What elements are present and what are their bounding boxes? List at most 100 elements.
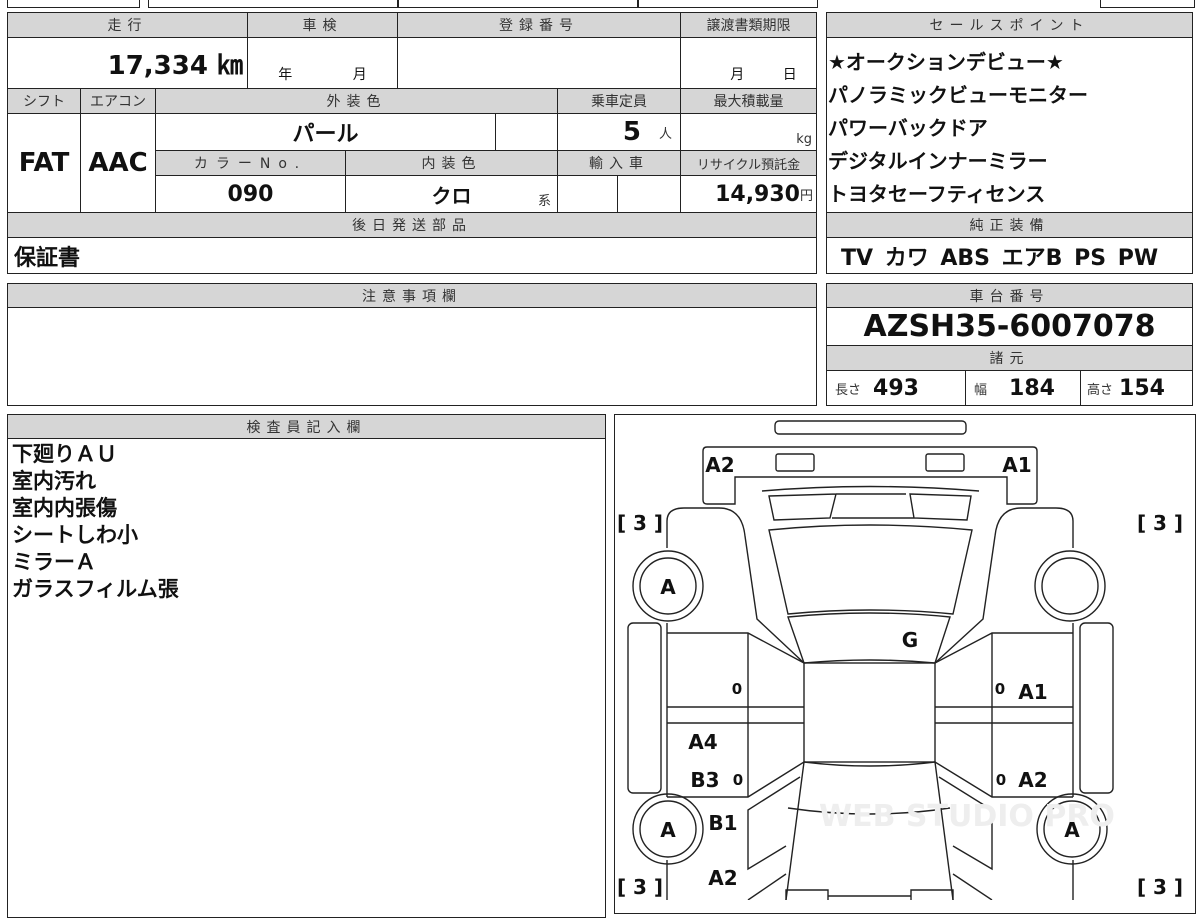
spec-width: 幅 184: [965, 370, 1081, 406]
spec-length-value: 493: [873, 375, 919, 401]
spec-length: 長さ 493: [826, 370, 966, 406]
later-parts-label: 後日発送部品: [7, 212, 817, 238]
sales-point-item: パワーバックドア: [828, 116, 988, 140]
damage-mark: A2: [708, 866, 737, 890]
inspector-label: 検査員記入欄: [7, 414, 606, 439]
recycle-fee-unit: 円: [799, 188, 813, 204]
wheel-front-right: [1034, 550, 1106, 622]
damage-mark: A2: [1018, 768, 1047, 792]
sales-points-list: ★オークションデビュー★ パノラミックビューモニター パワーバックドア デジタル…: [828, 46, 1088, 211]
windshield: [768, 524, 973, 615]
damage-mark: A: [660, 818, 676, 842]
imported-value-a: [557, 175, 618, 213]
year-unit: 年: [278, 67, 293, 83]
damage-mark: 0: [996, 771, 1006, 789]
roof-front: [787, 612, 951, 664]
sales-point-item: トヨタセーフティセンス: [828, 182, 1046, 206]
right-rear-fender: [938, 776, 1074, 900]
inspector-lines: 下廻りＡＵ 室内汚れ 室内内張傷 シートしわ小 ミラーＡ ガラスフィルム張: [12, 441, 179, 603]
month-unit: 月: [730, 67, 745, 83]
chassis-label: 車台番号: [826, 283, 1193, 308]
damage-mark: 0: [732, 680, 742, 698]
inspection-label: 車検: [247, 12, 398, 38]
right-side-sill: [1079, 622, 1114, 794]
interior-color-value: クロ 系: [345, 175, 558, 213]
capacity-unit: 人: [658, 126, 672, 142]
aircon-label: エアコン: [80, 88, 156, 114]
capacity-label: 乗車定員: [557, 88, 681, 114]
notes-label: 注意事項欄: [7, 283, 817, 308]
damage-mark: A4: [688, 730, 717, 754]
later-parts-value: 保証書: [7, 237, 817, 274]
capacity-value: 5人: [557, 113, 681, 151]
spec-height: 高さ 154: [1080, 370, 1193, 406]
imported-label: 輸入車: [557, 150, 681, 176]
equipment-value: TV カワ ABS エアB PS PW: [826, 237, 1193, 274]
damage-mark: 0: [733, 771, 743, 789]
interior-color-unit: 系: [537, 194, 551, 209]
sales-point-item: デジタルインナーミラー: [828, 149, 1048, 173]
damage-mark: [ 3 ]: [1137, 511, 1183, 535]
recycle-fee-label: リサイクル預託金: [680, 150, 817, 176]
sales-points-label: セールスポイント: [826, 12, 1193, 38]
imported-value-b: [617, 175, 681, 213]
car-damage-diagram: WEB STUDIO PRO A2 A1 [ 3 ] [ 3 ] [ 3 ] […: [617, 420, 1183, 900]
exterior-color-extra: [495, 113, 558, 151]
transfer-deadline-value: 月日: [680, 37, 817, 89]
damage-mark: G: [902, 628, 918, 652]
chassis-value: AZSH35-6007078: [826, 307, 1193, 346]
day-unit: 日: [782, 67, 797, 83]
inspection-value: 年月: [247, 37, 398, 89]
spec-width-value: 184: [1009, 375, 1055, 401]
inspector-line: 下廻りＡＵ: [12, 442, 117, 466]
top-strip-cell: [638, 0, 818, 8]
front-grille: [761, 485, 980, 521]
damage-mark: A: [660, 575, 676, 599]
headlight-left: [775, 453, 815, 472]
spec-length-label: 長さ: [835, 382, 862, 398]
color-no-value: 090: [155, 175, 346, 213]
spec-height-value: 154: [1119, 375, 1165, 401]
sales-point-item: パノラミックビューモニター: [828, 83, 1088, 107]
recycle-fee-number: 14,930: [715, 181, 800, 207]
notes-body: [7, 307, 817, 406]
damage-mark: [ 3 ]: [1137, 875, 1183, 899]
top-strip-cell: [398, 0, 638, 8]
interior-color-label: 内装色: [345, 150, 558, 176]
exterior-color-label: 外装色: [155, 88, 558, 114]
shift-value: FAT: [7, 113, 81, 213]
spec-height-label: 高さ: [1087, 382, 1114, 398]
cabin-roof: [803, 662, 936, 763]
interior-color-text: クロ: [431, 183, 472, 208]
damage-mark: A1: [1018, 680, 1047, 704]
mileage-text: 17,334 ㎞: [107, 50, 243, 81]
registration-label: 登録番号: [397, 12, 681, 38]
inspector-line: シートしわ小: [12, 523, 138, 547]
damage-mark: [ 3 ]: [617, 875, 663, 899]
damage-mark: A: [1064, 818, 1080, 842]
shift-label: シフト: [7, 88, 81, 114]
hood: [702, 446, 1038, 505]
damage-mark: [ 3 ]: [617, 511, 663, 535]
capacity-number: 5: [622, 117, 641, 147]
right-front-fender: [934, 507, 1074, 664]
damage-mark: A2: [705, 453, 734, 477]
transfer-deadline-label: 譲渡書類期限: [680, 12, 817, 38]
damage-mark: A1: [1002, 453, 1031, 477]
damage-mark: B3: [690, 768, 719, 792]
left-side-sill: [627, 622, 662, 794]
mileage-label: 走行: [7, 12, 248, 38]
mileage-value: 17,334 ㎞: [7, 37, 248, 89]
aircon-value: AAC: [80, 113, 156, 213]
color-no-label: カラーNo.: [155, 150, 346, 176]
inspector-line: ミラーＡ: [12, 550, 96, 574]
max-load-value: kg: [680, 113, 817, 151]
month-unit: 月: [352, 67, 367, 83]
left-front-fender: [666, 507, 805, 664]
inspector-line: 室内内張傷: [12, 496, 117, 520]
top-strip-cell: [7, 0, 140, 8]
recycle-fee-value: 14,930 円: [680, 175, 817, 213]
top-strip-cell: [1100, 0, 1195, 8]
equipment-label: 純正装備: [826, 212, 1193, 238]
registration-value: [397, 37, 681, 89]
